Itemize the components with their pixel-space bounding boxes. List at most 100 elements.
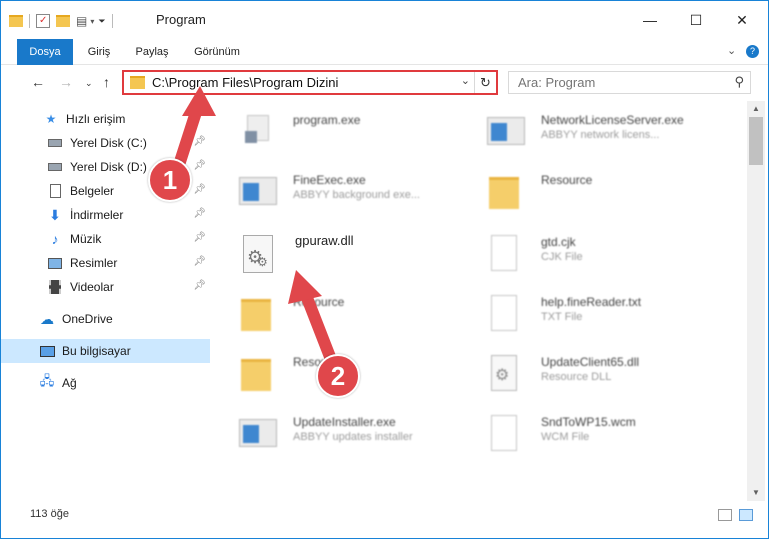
chevron-down-icon[interactable]: ⌄ (461, 74, 470, 87)
videos-icon (47, 279, 63, 295)
scroll-down-icon[interactable]: ▼ (747, 485, 765, 501)
customize-icon[interactable]: ▤ (76, 14, 87, 28)
file-description: ABBYY updates installer (293, 431, 413, 443)
details-view-icon[interactable] (718, 509, 732, 521)
sidebar-item-onedrive[interactable]: ☁ OneDrive (1, 307, 210, 331)
cloud-icon: ☁ (40, 310, 54, 327)
dropdown-icon[interactable]: ⏷ (98, 16, 105, 27)
up-arrow-icon[interactable]: ↑ (103, 74, 110, 90)
file-name: UpdateInstaller.exe (293, 415, 396, 429)
folder-icon[interactable] (9, 15, 23, 27)
file-description: TXT File (541, 311, 583, 323)
file-description: ABBYY network licens... (541, 129, 660, 141)
file-name: program.exe (293, 113, 361, 127)
drive-icon (47, 135, 63, 151)
quick-access-toolbar: ✓ ▤ ▾ ⏷ (9, 11, 113, 31)
documents-icon (47, 183, 63, 199)
file-description: Resource DLL (541, 371, 612, 383)
recent-locations-icon[interactable]: ⌄ (85, 78, 93, 89)
sidebar-item-quick-access[interactable]: ★ Hızlı erişim (1, 107, 210, 131)
pin-icon[interactable]: 📌︎ (193, 256, 206, 267)
properties-icon[interactable]: ✓ (36, 14, 50, 28)
chevron-down-icon[interactable]: ▾ (90, 17, 94, 26)
new-folder-icon[interactable] (56, 15, 70, 27)
minimize-button[interactable]: — (627, 1, 673, 39)
pin-icon[interactable]: 📌︎ (193, 136, 206, 147)
pin-icon[interactable]: 📌︎ (193, 160, 206, 171)
pin-icon[interactable]: 📌︎ (193, 232, 206, 243)
list-item[interactable]: Resource (485, 165, 725, 213)
sidebar-item-local-disk-c[interactable]: Yerel Disk (C:) 📌︎ (1, 131, 210, 155)
folder-icon (237, 353, 277, 391)
divider (29, 14, 30, 28)
step-2-badge: 2 (316, 354, 360, 398)
list-item[interactable]: NetworkLicenseServer.exe ABBYY network l… (485, 105, 725, 153)
navigation-bar: ← → ⌄ ↑ C:\Program Files\Program Dizini … (1, 65, 768, 101)
vertical-scrollbar[interactable]: ▲ ▼ (747, 101, 765, 501)
pin-icon[interactable]: 📌︎ (193, 208, 206, 219)
search-box[interactable]: ⚲ (508, 71, 751, 94)
maximize-button[interactable]: ☐ (673, 1, 719, 39)
computer-icon (39, 343, 55, 359)
sidebar-item-label: Belgeler (70, 184, 115, 198)
list-item[interactable]: Resource (237, 287, 477, 335)
help-icon[interactable]: ? (746, 45, 759, 58)
search-icon[interactable]: ⚲ (734, 74, 744, 90)
large-icons-view-icon[interactable] (739, 509, 753, 521)
dll-gear-icon: ⚙ (485, 353, 525, 391)
file-name: Resource (293, 295, 345, 309)
search-input[interactable] (509, 72, 719, 93)
list-item[interactable]: ⚙ UpdateClient65.dll Resource DLL (485, 347, 725, 395)
scrollbar-thumb[interactable] (749, 117, 763, 165)
forward-arrow-icon[interactable]: → (59, 74, 73, 90)
sidebar-item-label: Hızlı erişim (66, 112, 126, 126)
sidebar-item-label: İndirmeler (70, 208, 124, 222)
list-item[interactable]: UpdateInstaller.exe ABBYY updates instal… (237, 407, 477, 455)
explorer-window: ✓ ▤ ▾ ⏷ Program — ☐ ✕ Dosya Giriş Paylaş… (0, 0, 769, 539)
pin-icon[interactable]: 📌︎ (193, 184, 206, 195)
tab-view[interactable]: Görünüm (187, 39, 247, 65)
file-description: WCM File (541, 431, 590, 443)
expand-ribbon-icon[interactable]: ⌄ (727, 44, 736, 57)
file-name: UpdateClient65.dll (541, 355, 640, 369)
file-name: gtd.cjk (541, 235, 576, 249)
sidebar-item-videos[interactable]: Videolar 📌︎ (1, 275, 210, 299)
sidebar-item-label: Müzik (70, 232, 102, 246)
window-title: Program (156, 12, 206, 27)
file-name: FineExec.exe (293, 173, 366, 187)
list-item[interactable]: FineExec.exe ABBYY background exe... (237, 165, 477, 213)
list-item[interactable]: program.exe (237, 105, 477, 153)
sidebar-item-network[interactable]: 🖧︎ Ağ (1, 371, 210, 395)
tab-share[interactable]: Paylaş (129, 39, 175, 65)
list-item[interactable]: SndToWP15.wcm WCM File (485, 407, 725, 455)
exe-icon (485, 111, 525, 149)
sidebar-item-downloads[interactable]: ⬇ İndirmeler 📌︎ (1, 203, 210, 227)
sidebar-item-pictures[interactable]: Resimler 📌︎ (1, 251, 210, 275)
list-item[interactable]: gtd.cjk CJK File (485, 227, 725, 275)
file-name: help.fineReader.txt (541, 295, 642, 309)
status-bar: 113 öğe (1, 503, 768, 527)
list-item-gpuraw-dll[interactable]: ⚙ ⚙ gpuraw.dll (239, 229, 479, 277)
document-icon (485, 293, 525, 331)
drive-icon (47, 159, 63, 175)
address-path: C:\Program Files\Program Dizini (152, 75, 339, 90)
ribbon: Dosya Giriş Paylaş Görünüm ⌄ ? (1, 39, 768, 87)
address-bar[interactable]: C:\Program Files\Program Dizini ⌄ ↻ (122, 70, 498, 95)
folder-icon (237, 293, 277, 331)
refresh-icon[interactable]: ↻ (474, 72, 496, 93)
pin-icon[interactable]: 📌︎ (193, 280, 206, 291)
back-arrow-icon[interactable]: ← (31, 74, 45, 90)
close-button[interactable]: ✕ (719, 1, 765, 39)
sidebar-item-label: Yerel Disk (C:) (70, 136, 147, 150)
document-icon (485, 413, 525, 451)
exe-icon (237, 413, 277, 451)
list-item[interactable]: help.fineReader.txt TXT File (485, 287, 725, 335)
scroll-up-icon[interactable]: ▲ (747, 101, 765, 117)
sidebar-item-this-pc[interactable]: Bu bilgisayar (1, 339, 210, 363)
exe-icon (237, 171, 277, 209)
file-name: gpuraw.dll (295, 233, 354, 248)
file-name: SndToWP15.wcm (541, 415, 636, 429)
tab-home[interactable]: Giriş (81, 39, 117, 65)
network-icon: 🖧︎ (39, 373, 55, 388)
sidebar-item-music[interactable]: ♪ Müzik 📌︎ (1, 227, 210, 251)
